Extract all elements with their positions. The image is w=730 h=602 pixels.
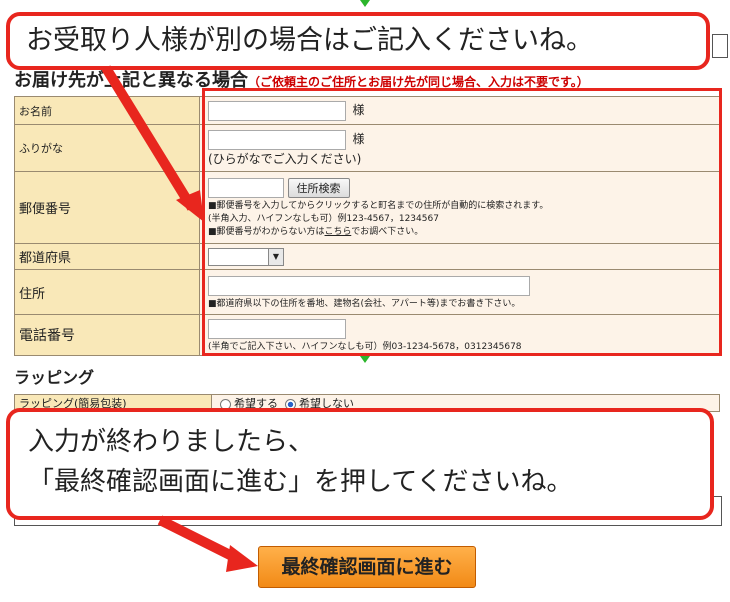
zip-lookup-link[interactable]: こちら <box>325 227 352 237</box>
table-row: ふりがな 様 (ひらがなでご入力ください) <box>14 124 720 172</box>
zip-note-3-post: でお調べ下さい。 <box>351 227 424 237</box>
name-suffix: 様 <box>352 102 365 117</box>
address-search-button[interactable]: 住所検索 <box>287 178 350 198</box>
table-row: 郵便番号 住所検索 ■郵便番号を入力してからクリックすると町名までの住所が自動的… <box>14 171 720 244</box>
zip-cell: 住所検索 ■郵便番号を入力してからクリックすると町名までの住所が自動的に検索され… <box>199 171 720 244</box>
zip-note-2: (半角入力、ハイフンなしも可）例123-4567，1234567 <box>208 214 439 224</box>
kana-hint: (ひらがなでご入力ください) <box>208 151 362 166</box>
name-label: お名前 <box>14 96 200 125</box>
zip-input[interactable] <box>208 178 284 198</box>
section-title-text: お届け先が上記と異なる場合 <box>14 70 248 91</box>
final-confirm-button[interactable]: 最終確認画面に進む <box>258 546 476 588</box>
phone-label: 電話番号 <box>14 314 200 356</box>
wrapping-title: ラッピング <box>14 368 95 387</box>
table-row: 電話番号 (半角でご記入下さい、ハイフンなしも可）例03-1234-5678，0… <box>14 314 720 356</box>
bottom-callout: 入力が終わりましたら、 「最終確認画面に進む」を押してくださいね。 <box>6 408 714 520</box>
phone-note: (半角でご記入下さい、ハイフンなしも可）例03-1234-5678，031234… <box>208 341 522 352</box>
address-note: ■都道府県以下の住所を番地、建物名(会社、アパート等)までお書き下さい。 <box>208 298 521 309</box>
phone-cell: (半角でご記入下さい、ハイフンなしも可）例03-1234-5678，031234… <box>199 314 720 356</box>
zip-note-1: ■郵便番号を入力してからクリックすると町名までの住所が自動的に検索されます。 <box>208 201 549 211</box>
table-row: お名前 様 <box>14 96 720 125</box>
table-row: 住所 ■都道府県以下の住所を番地、建物名(会社、アパート等)までお書き下さい。 <box>14 269 720 315</box>
zip-label: 郵便番号 <box>14 171 200 244</box>
delivery-form-table: お名前 様 ふりがな 様 (ひらがなでご入力ください) 郵便番号 住所検索 ■郵… <box>14 96 720 356</box>
prefecture-select[interactable]: ▼ <box>208 247 284 266</box>
section-note: （ご依頼主のご住所とお届け先が同じ場合、入力は不要です。） <box>248 75 589 89</box>
bottom-callout-line-2: 「最終確認画面に進む」を押してくださいね。 <box>28 467 573 497</box>
chevron-down-icon: ▼ <box>268 248 283 265</box>
partial-field <box>712 34 728 58</box>
zip-note-3-pre: ■郵便番号がわからない方は <box>208 227 325 237</box>
arrow-head-button-icon <box>226 545 258 572</box>
table-row: 都道府県 ▼ <box>14 243 720 270</box>
name-cell: 様 <box>199 96 720 125</box>
kana-suffix: 様 <box>352 131 365 146</box>
top-callout: お受取り人様が別の場合はご記入くださいね。 <box>6 12 710 70</box>
address-input[interactable] <box>208 275 530 296</box>
prefecture-label: 都道府県 <box>14 243 200 270</box>
address-cell: ■都道府県以下の住所を番地、建物名(会社、アパート等)までお書き下さい。 <box>199 269 720 315</box>
green-marker-icon <box>360 0 370 7</box>
kana-label: ふりがな <box>14 124 200 172</box>
kana-input[interactable] <box>208 129 346 150</box>
name-input[interactable] <box>208 100 346 121</box>
phone-input[interactable] <box>208 318 346 339</box>
kana-cell: 様 (ひらがなでご入力ください) <box>199 124 720 172</box>
prefecture-cell: ▼ <box>199 243 720 270</box>
address-label: 住所 <box>14 269 200 315</box>
green-marker-icon <box>360 356 370 363</box>
bottom-callout-line-1: 入力が終わりましたら、 <box>28 427 315 457</box>
zip-note-3: ■郵便番号がわからない方はこちらでお調べ下さい。 <box>208 227 423 237</box>
